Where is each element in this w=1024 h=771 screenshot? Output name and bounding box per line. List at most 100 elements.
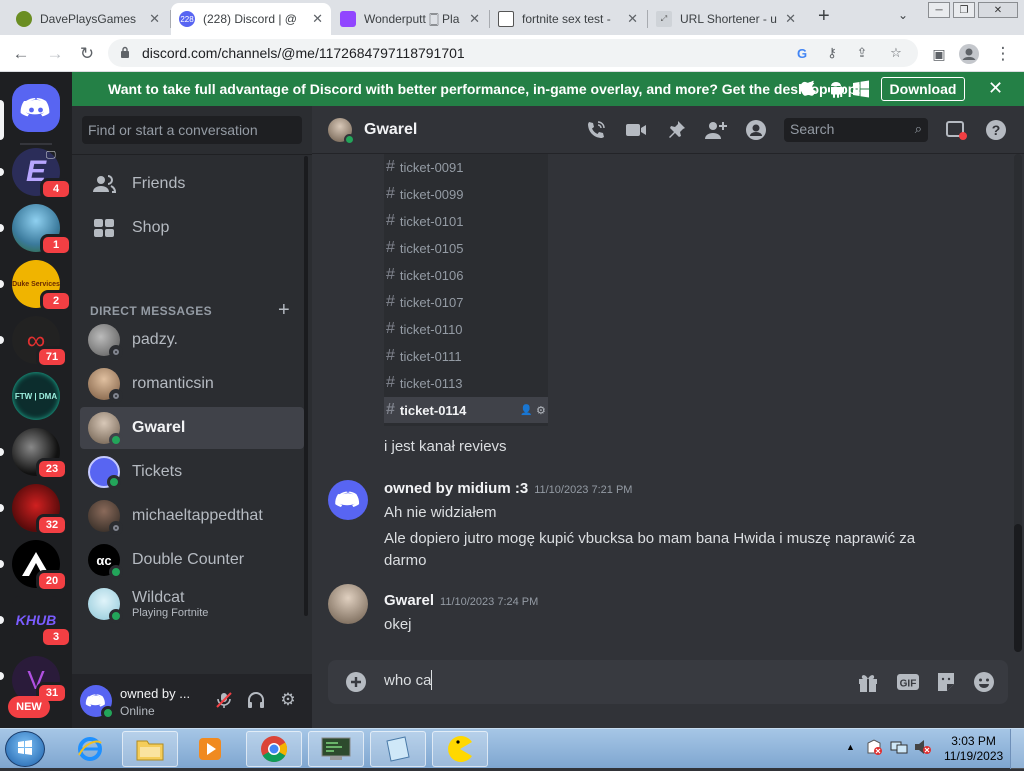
profile-icon[interactable]: [958, 43, 980, 65]
dm-item-michaeltappedthat[interactable]: michaeltappedthat: [80, 495, 304, 537]
maximize-button[interactable]: ❐: [953, 2, 975, 18]
friends-label: Friends: [132, 175, 186, 192]
chrome-icon[interactable]: [246, 731, 302, 767]
ticket-channel: # ticket-0107: [386, 293, 464, 310]
sticker-icon[interactable]: [934, 670, 958, 694]
show-desktop-button[interactable]: [1010, 729, 1024, 769]
avatar[interactable]: [80, 685, 115, 720]
server-badge: 20: [36, 570, 68, 592]
forward-arrow-icon[interactable]: →: [44, 43, 66, 65]
key-icon[interactable]: ⚷: [824, 45, 840, 61]
star-icon[interactable]: ☆: [888, 45, 904, 61]
banner-close-icon[interactable]: ✕: [988, 78, 1003, 99]
avatar[interactable]: [328, 584, 368, 624]
user-panel: owned by ... Online ⚙: [72, 674, 312, 728]
close-icon[interactable]: ✕: [469, 11, 480, 27]
back-arrow-icon[interactable]: ←: [10, 43, 32, 65]
emoji-icon[interactable]: [972, 670, 996, 694]
user-profile-icon[interactable]: [744, 118, 768, 142]
tray-clock[interactable]: 3:03 PM 11/19/2023: [944, 734, 1003, 764]
close-icon[interactable]: ✕: [312, 11, 323, 27]
internet-explorer-icon[interactable]: [62, 731, 118, 767]
close-icon[interactable]: ✕: [785, 11, 796, 27]
server-badge: 1: [40, 234, 72, 256]
message-composer[interactable]: who ca GIF: [328, 660, 1008, 704]
menu-dots-icon[interactable]: ⋮: [992, 43, 1014, 65]
network-icon[interactable]: [890, 739, 908, 755]
chat-recipient-name: Gwarel: [364, 121, 418, 138]
monitor-icon: 🖵: [46, 150, 56, 161]
browser-tab[interactable]: ⤢ URL Shortener - u ✕: [648, 3, 804, 35]
browser-tab[interactable]: DavePlaysGames ✕: [8, 3, 168, 35]
browser-tab-active[interactable]: 228 (228) Discord | @ ✕: [171, 3, 331, 35]
tray-expand-icon[interactable]: ▲: [846, 742, 855, 752]
headphones-icon[interactable]: [246, 690, 266, 710]
discord-home-button[interactable]: [12, 84, 60, 132]
message-scrollbar[interactable]: [1014, 154, 1022, 652]
dm-item-double-counter[interactable]: αc Double Counter: [80, 539, 304, 581]
notepad-icon[interactable]: [370, 731, 426, 767]
browser-tabbar: DavePlaysGames ✕ 228 (228) Discord | @ ✕…: [0, 0, 1024, 35]
tab-title: Wonderputt 🀆 Pla: [364, 11, 460, 26]
sidebar-scrollbar[interactable]: [304, 156, 308, 616]
dm-item-padzy[interactable]: padzy.: [80, 319, 304, 361]
server-icon[interactable]: FTW | DMA: [12, 372, 60, 420]
pacman-game-icon[interactable]: [432, 731, 488, 767]
volume-muted-icon[interactable]: [914, 739, 932, 755]
chat-search-input[interactable]: Search ⌕: [784, 118, 928, 142]
window-close-button[interactable]: ✕: [978, 2, 1018, 18]
ticket-channel: # ticket-0111: [386, 347, 462, 364]
message-author[interactable]: owned by midium :3 11/10/2023 7:21 PM: [384, 480, 632, 497]
media-player-icon[interactable]: [182, 731, 238, 767]
browser-tab[interactable]: fortnite sex test - ✕: [490, 3, 646, 35]
dm-item-gwarel[interactable]: Gwarel: [80, 407, 304, 449]
dm-item-tickets[interactable]: Tickets: [80, 451, 304, 493]
message-input-text[interactable]: who ca: [384, 672, 432, 689]
start-button[interactable]: [5, 731, 45, 767]
avatar[interactable]: [328, 480, 368, 520]
sidepanel-icon[interactable]: ▣: [928, 43, 950, 65]
video-call-icon[interactable]: [624, 118, 648, 142]
clock-date: 11/19/2023: [944, 749, 1004, 763]
message-list: # ticket-0091 # ticket-0099 # ticket-0101 #…: [312, 154, 1012, 652]
browser-tab[interactable]: Wonderputt 🀆 Pla ✕: [332, 3, 488, 35]
settings-gear-icon[interactable]: ⚙: [278, 690, 298, 710]
hash-icon: #: [386, 320, 395, 337]
address-bar[interactable]: discord.com/channels/@me/117268479711879…: [108, 39, 918, 67]
dm-activity: Playing Fortnite: [132, 607, 209, 619]
server-badge: 71: [36, 346, 68, 368]
share-icon[interactable]: ⇪: [854, 45, 870, 61]
status-online-icon: [109, 609, 123, 623]
gift-icon[interactable]: [856, 670, 880, 694]
conversation-search-input[interactable]: Find or start a conversation: [82, 116, 302, 144]
hash-icon: #: [386, 266, 395, 283]
new-tab-button[interactable]: +: [818, 5, 830, 28]
dm-item-romanticsin[interactable]: romanticsin: [80, 363, 304, 405]
help-icon[interactable]: ?: [984, 118, 1008, 142]
close-icon[interactable]: ✕: [149, 11, 160, 27]
shop-nav-item[interactable]: Shop: [80, 207, 304, 249]
friends-nav-item[interactable]: Friends: [80, 163, 304, 205]
close-icon[interactable]: ✕: [627, 11, 638, 27]
google-icon[interactable]: G: [794, 45, 810, 61]
new-unreads-badge[interactable]: NEW: [8, 696, 50, 718]
microphone-muted-icon[interactable]: [214, 690, 234, 710]
file-explorer-icon[interactable]: [122, 731, 178, 767]
add-member-icon: 👤: [520, 404, 533, 416]
message-author[interactable]: Gwarel 11/10/2023 7:24 PM: [384, 592, 538, 609]
download-button[interactable]: Download: [881, 77, 965, 101]
terminal-app-icon[interactable]: [308, 731, 364, 767]
gif-icon[interactable]: GIF: [896, 670, 920, 694]
server-badge: 2: [40, 290, 72, 312]
pin-icon[interactable]: [664, 118, 688, 142]
attach-plus-icon[interactable]: [344, 670, 368, 694]
tab-search-button[interactable]: ⌄: [898, 8, 908, 22]
voice-call-icon[interactable]: [584, 118, 608, 142]
add-friend-to-dm-icon[interactable]: [704, 118, 728, 142]
dm-name: romanticsin: [132, 375, 214, 392]
minimize-button[interactable]: ─: [928, 2, 950, 18]
action-center-icon[interactable]: [866, 739, 882, 755]
dm-item-wildcat[interactable]: Wildcat Playing Fortnite: [80, 583, 304, 625]
reload-icon[interactable]: ↻: [76, 43, 98, 65]
inbox-icon[interactable]: [944, 118, 968, 142]
